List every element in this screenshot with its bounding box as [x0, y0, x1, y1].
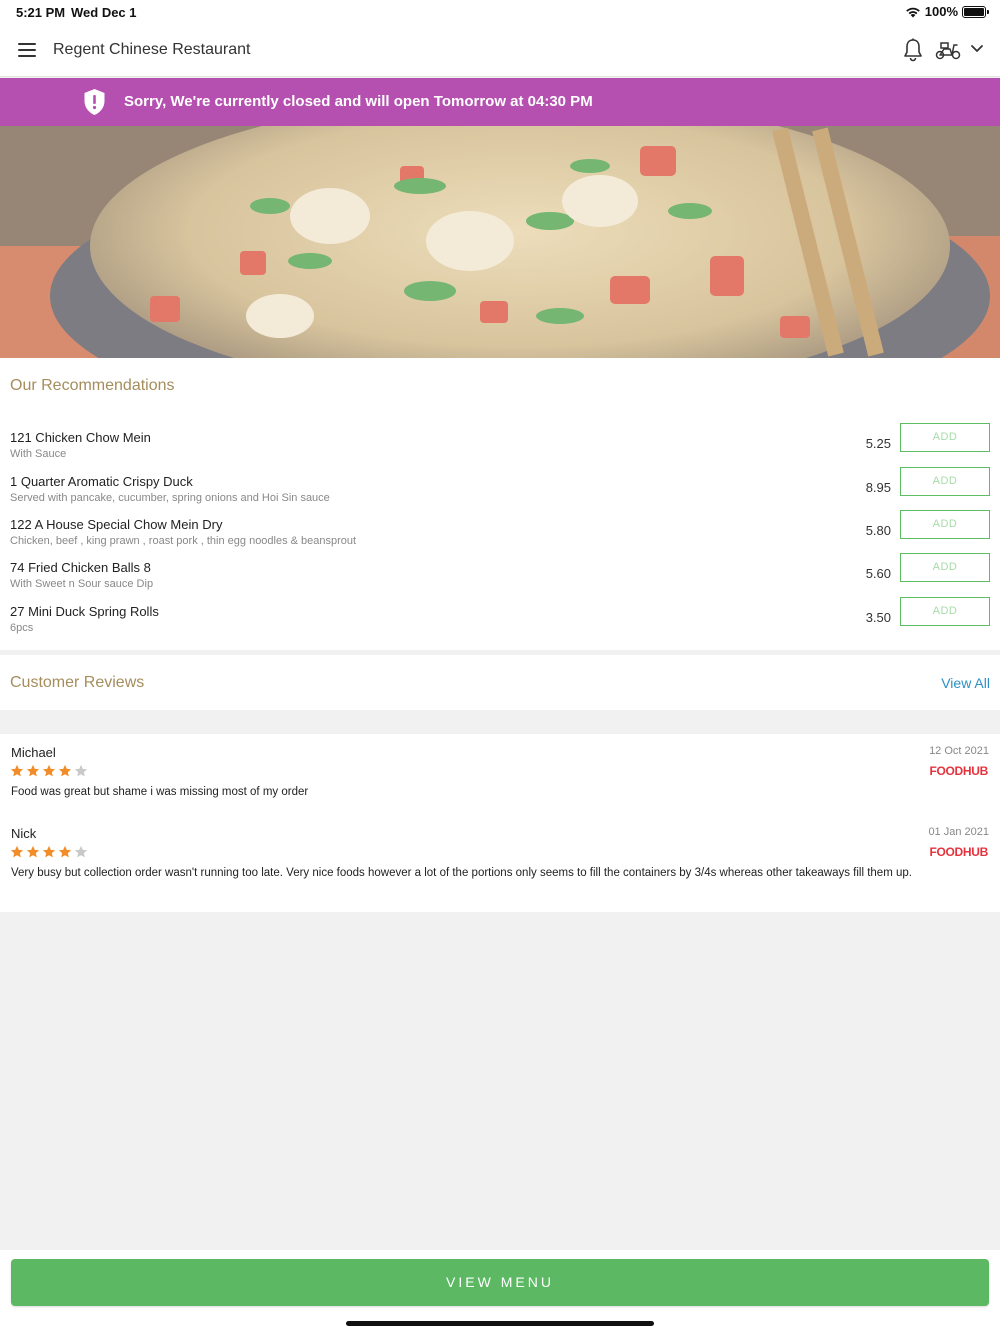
star-icon	[58, 764, 72, 777]
recommendation-item: 1 Quarter Aromatic Crispy Duck Served wi…	[0, 467, 1000, 518]
closed-message: Sorry, We're currently closed and will o…	[124, 93, 593, 110]
star-icon	[42, 764, 56, 777]
status-right: 100%	[905, 4, 989, 19]
item-description: With Sweet n Sour sauce Dip	[10, 578, 154, 590]
item-name: 122 A House Special Chow Mein Dry	[10, 517, 223, 532]
star-icon	[74, 764, 88, 777]
wifi-icon	[905, 7, 920, 17]
recommendations-section: Our Recommendations 121 Chicken Chow Mei…	[0, 358, 1000, 650]
recommendation-item: 122 A House Special Chow Mein Dry Chicke…	[0, 510, 1000, 561]
battery-icon	[962, 5, 989, 18]
add-button[interactable]: ADD	[900, 553, 990, 582]
status-date: Wed Dec 1	[71, 5, 137, 20]
item-name: 74 Fried Chicken Balls 8	[10, 560, 151, 575]
item-description: Served with pancake, cucumber, spring on…	[10, 492, 330, 504]
reviews-header: Customer Reviews View All	[0, 655, 1000, 710]
status-bar: 5:21 PM Wed Dec 1 100%	[0, 0, 1000, 24]
star-icon	[58, 845, 72, 858]
item-price: 8.95	[865, 480, 891, 495]
restaurant-title: Regent Chinese Restaurant	[53, 41, 251, 58]
hamburger-menu-icon[interactable]	[18, 43, 36, 57]
view-all-link[interactable]: View All	[941, 675, 990, 691]
review-text: Food was great but shame i was missing m…	[11, 786, 309, 798]
home-indicator	[346, 1321, 654, 1326]
review-date: 12 Oct 2021	[929, 745, 989, 757]
item-price: 5.80	[865, 523, 891, 538]
star-icon	[10, 845, 24, 858]
battery-percent: 100%	[924, 4, 958, 19]
bell-icon[interactable]	[902, 38, 924, 62]
shield-alert-icon	[84, 89, 105, 115]
app-header: Regent Chinese Restaurant	[0, 24, 1000, 77]
closed-banner: Sorry, We're currently closed and will o…	[0, 78, 1000, 126]
foodhub-logo: FOODHUB	[929, 845, 988, 859]
recommendation-item: 74 Fried Chicken Balls 8 With Sweet n So…	[0, 553, 1000, 604]
star-rating	[10, 764, 88, 778]
item-name: 27 Mini Duck Spring Rolls	[10, 604, 159, 619]
review-text: Very busy but collection order wasn't ru…	[11, 867, 912, 879]
item-description: Chicken, beef , king prawn , roast pork …	[10, 535, 357, 547]
bottom-bar: VIEW MENU	[0, 1250, 1000, 1334]
view-menu-button[interactable]: VIEW MENU	[11, 1259, 989, 1306]
review-date: 01 Jan 2021	[928, 826, 989, 838]
recommendations-title: Our Recommendations	[10, 377, 175, 394]
add-button[interactable]: ADD	[900, 467, 990, 496]
item-price: 3.50	[865, 610, 891, 625]
star-icon	[26, 764, 40, 777]
item-price: 5.25	[865, 436, 891, 451]
reviewer-name: Nick	[11, 826, 37, 841]
item-name: 1 Quarter Aromatic Crispy Duck	[10, 474, 193, 489]
reviews-title: Customer Reviews	[10, 674, 145, 691]
star-icon	[26, 845, 40, 858]
add-button[interactable]: ADD	[900, 423, 990, 452]
status-time: 5:21 PM	[16, 5, 66, 20]
reviews-list: Michael 12 Oct 2021 FOODHUB Food was gre…	[0, 734, 1000, 912]
add-button[interactable]: ADD	[900, 597, 990, 626]
hero-food-image	[0, 126, 1000, 358]
add-button[interactable]: ADD	[900, 510, 990, 539]
delivery-scooter-icon[interactable]	[935, 40, 961, 60]
item-description: With Sauce	[10, 448, 67, 460]
star-icon	[74, 845, 88, 858]
reviewer-name: Michael	[11, 745, 56, 760]
foodhub-logo: FOODHUB	[929, 764, 988, 778]
recommendation-item: 121 Chicken Chow Mein With Sauce 5.25 AD…	[0, 423, 1000, 474]
chevron-down-icon[interactable]	[970, 44, 984, 54]
star-rating	[10, 845, 88, 859]
item-name: 121 Chicken Chow Mein	[10, 430, 151, 445]
item-price: 5.60	[865, 566, 891, 581]
star-icon	[42, 845, 56, 858]
item-description: 6pcs	[10, 622, 34, 634]
star-icon	[10, 764, 24, 777]
recommendation-item: 27 Mini Duck Spring Rolls 6pcs 3.50 ADD	[0, 597, 1000, 648]
